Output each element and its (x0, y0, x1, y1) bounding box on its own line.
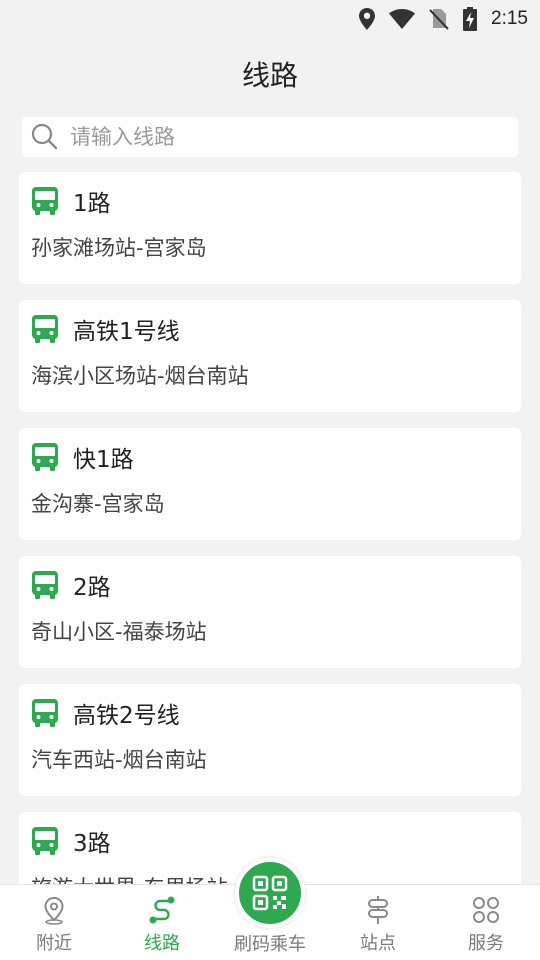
scan-ride-button[interactable] (235, 858, 305, 928)
route-header: 高铁1号线 (31, 312, 509, 346)
search-icon (31, 123, 58, 150)
route-endpoints: 孙家滩场站-宫家岛 (31, 236, 207, 260)
nav-services[interactable]: 服务 (432, 885, 540, 960)
nav-routes-label: 线路 (144, 933, 180, 954)
nav-routes[interactable]: 线路 (108, 885, 216, 960)
status-bar: 2:15 (0, 0, 540, 38)
battery-charging-icon (463, 7, 478, 31)
bus-icon (32, 315, 58, 343)
route-endpoints: 汽车西站-烟台南站 (31, 748, 207, 772)
qr-code-icon (252, 875, 288, 911)
route-card[interactable]: 快1路 金沟寨-宫家岛 (19, 428, 521, 540)
route-header: 1路 (31, 184, 509, 218)
title-bar: 线路 (0, 38, 540, 110)
nav-stops-label: 站点 (360, 933, 396, 954)
bus-icon (32, 443, 58, 471)
bus-icon (32, 187, 58, 215)
nav-nearby[interactable]: 附近 (0, 885, 108, 960)
route-name: 快1路 (73, 447, 134, 473)
wifi-icon (389, 9, 416, 29)
search-bar[interactable] (22, 117, 518, 157)
bus-icon (32, 699, 58, 727)
route-name: 2路 (73, 575, 111, 601)
route-endpoints: 海滨小区场站-烟台南站 (31, 364, 249, 388)
map-pin-icon (44, 896, 64, 925)
route-header: 3路 (31, 824, 509, 858)
route-card[interactable]: 高铁2号线 汽车西站-烟台南站 (19, 684, 521, 796)
page-title: 线路 (241, 59, 298, 92)
signpost-icon (368, 896, 388, 924)
route-name: 1路 (73, 191, 111, 217)
clock: 2:15 (491, 8, 528, 29)
route-icon (149, 896, 175, 924)
nav-stops[interactable]: 站点 (324, 885, 432, 960)
nav-services-label: 服务 (468, 933, 504, 954)
route-endpoints: 金沟寨-宫家岛 (31, 492, 165, 516)
route-name: 高铁1号线 (73, 319, 180, 345)
search-input[interactable] (70, 125, 470, 149)
route-header: 快1路 (31, 440, 509, 474)
route-header: 2路 (31, 568, 509, 602)
no-sim-icon (429, 9, 449, 30)
scan-ride-label: 刷码乘车 (234, 934, 306, 955)
bus-icon (32, 827, 58, 855)
bus-icon (32, 571, 58, 599)
route-name: 高铁2号线 (73, 703, 180, 729)
grid-icon (473, 897, 499, 923)
route-name: 3路 (73, 831, 111, 857)
route-header: 高铁2号线 (31, 696, 509, 730)
location-icon (359, 8, 376, 30)
route-card[interactable]: 2路 奇山小区-福泰场站 (19, 556, 521, 668)
route-card[interactable]: 高铁1号线 海滨小区场站-烟台南站 (19, 300, 521, 412)
route-list[interactable]: 1路 孙家滩场站-宫家岛 高铁1号线 海滨小区场站-烟台南站 快1路 金沟寨-宫… (19, 172, 521, 884)
route-endpoints: 奇山小区-福泰场站 (31, 620, 207, 644)
nav-nearby-label: 附近 (36, 933, 72, 954)
route-card[interactable]: 1路 孙家滩场站-宫家岛 (19, 172, 521, 284)
